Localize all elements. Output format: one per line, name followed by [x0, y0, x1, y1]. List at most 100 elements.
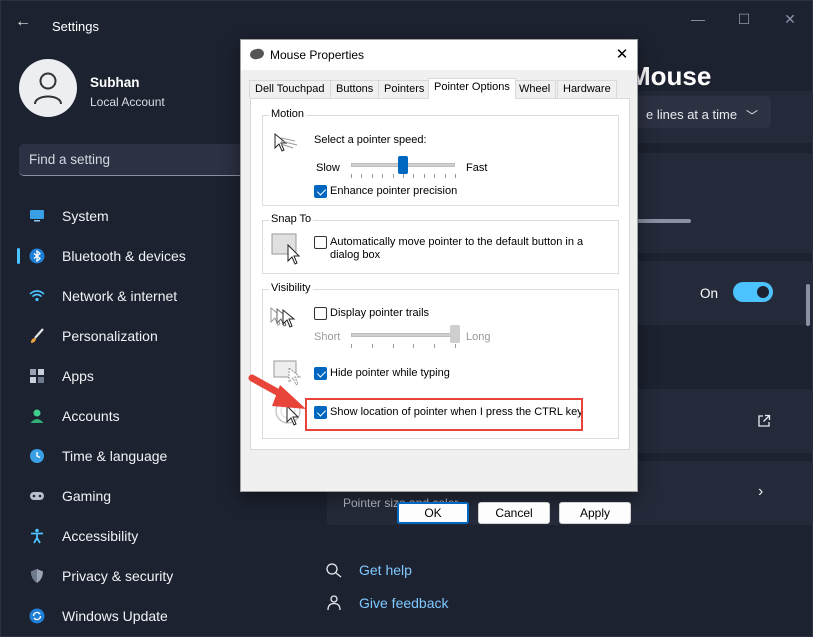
cancel-button[interactable]: Cancel	[478, 502, 550, 524]
user-name: Subhan	[90, 75, 140, 90]
dialog-title: Mouse Properties	[270, 48, 365, 62]
sidebar-item-personalization[interactable]: Personalization	[19, 316, 259, 356]
sidebar-item-accounts[interactable]: Accounts	[19, 396, 259, 436]
clock-globe-icon	[30, 449, 44, 463]
sidebar-item-apps[interactable]: Apps	[19, 356, 259, 396]
sidebar-item-label: Network & internet	[62, 288, 178, 304]
scroll-lines-select-value: e lines at a time	[646, 107, 738, 122]
pointer-trails-label: Display pointer trails	[330, 307, 430, 319]
pointer-speed-icon	[274, 132, 298, 152]
sidebar-item-windows-update[interactable]: Windows Update	[19, 596, 259, 636]
bluetooth-icon	[29, 248, 45, 264]
tab-pointers[interactable]: Pointers	[378, 80, 431, 98]
person-icon	[34, 72, 62, 105]
enhance-precision-checkbox[interactable]	[314, 185, 327, 198]
avatar	[19, 59, 77, 117]
get-help-link[interactable]: Get help	[359, 562, 412, 578]
motion-group-label: Motion	[269, 108, 307, 120]
motion-group: Motion Select a pointer speed: Slow Fast…	[262, 108, 619, 206]
feedback-icon	[327, 595, 341, 611]
monitor-icon	[30, 210, 44, 222]
sidebar-item-label: Accounts	[62, 408, 120, 424]
sidebar-item-network[interactable]: Network & internet	[19, 276, 259, 316]
person-icon	[30, 409, 44, 423]
sidebar-item-label: Privacy & security	[62, 568, 174, 584]
accessibility-icon	[31, 528, 43, 544]
apps-icon	[30, 369, 44, 383]
pointer-trails-checkbox[interactable]	[314, 307, 327, 320]
pointer-trails-slider-thumb[interactable]	[450, 325, 460, 343]
sidebar-item-system[interactable]: System	[19, 196, 259, 236]
tab-wheel[interactable]: Wheel	[513, 80, 557, 98]
gamepad-icon	[30, 492, 44, 500]
wifi-icon	[29, 290, 45, 302]
snap-to-group: Snap To Automatically move pointer to th…	[262, 213, 619, 274]
enhance-precision-label: Enhance pointer precision	[330, 185, 458, 197]
give-feedback-link[interactable]: Give feedback	[359, 595, 449, 611]
hide-pointer-label: Hide pointer while typing	[330, 367, 450, 379]
snap-to-label-line2: dialog box	[330, 249, 381, 261]
sidebar-item-label: System	[62, 208, 109, 224]
sidebar-nav: System Bluetooth & devices Network & int…	[17, 196, 259, 636]
sidebar-item-label: Windows Update	[62, 608, 168, 624]
sidebar-item-bluetooth-devices[interactable]: Bluetooth & devices	[17, 236, 259, 276]
update-icon	[29, 608, 45, 624]
tab-hardware[interactable]: Hardware	[557, 80, 617, 98]
slow-label: Slow	[316, 162, 340, 174]
shield-icon	[31, 569, 43, 583]
close-window-icon[interactable]: ✕	[775, 9, 805, 29]
page-title: Mouse	[629, 61, 712, 91]
annotation-highlight-box	[305, 398, 583, 431]
fast-label: Fast	[466, 162, 488, 174]
back-arrow-icon[interactable]: ←	[15, 13, 35, 31]
help-icon	[326, 563, 342, 578]
close-icon[interactable]: ✕	[613, 45, 631, 63]
short-label: Short	[314, 331, 341, 343]
sidebar-item-label: Apps	[62, 368, 94, 384]
snap-to-icon	[271, 233, 301, 265]
sidebar-item-accessibility[interactable]: Accessibility	[19, 516, 259, 556]
trails-ticks	[351, 344, 456, 348]
account-type: Local Account	[90, 95, 165, 109]
sidebar-item-label: Time & language	[62, 448, 168, 464]
scroll-inactive-toggle[interactable]	[733, 282, 773, 302]
lines-slider[interactable]	[631, 219, 691, 223]
speed-ticks	[351, 174, 456, 178]
snap-to-label-line1: Automatically move pointer to the defaul…	[330, 236, 584, 248]
minimize-icon[interactable]: —	[683, 9, 713, 29]
search-placeholder: Find a setting	[29, 152, 111, 167]
ok-button[interactable]: OK	[397, 502, 469, 524]
sidebar-item-label: Bluetooth & devices	[62, 248, 186, 264]
chevron-right-icon: ›	[758, 483, 764, 500]
brush-icon	[31, 328, 44, 343]
long-label: Long	[466, 331, 491, 343]
tab-dell-touchpad[interactable]: Dell Touchpad	[249, 80, 331, 98]
sidebar-item-label: Gaming	[62, 488, 112, 504]
toggle-label: On	[700, 286, 719, 301]
scrollbar[interactable]	[806, 284, 810, 326]
snap-to-checkbox[interactable]	[314, 236, 327, 249]
maximize-icon[interactable]: ☐	[729, 9, 759, 29]
snap-to-group-label: Snap To	[269, 213, 314, 225]
chevron-down-icon: ﹀	[746, 109, 759, 123]
sidebar-item-time-language[interactable]: Time & language	[19, 436, 259, 476]
pointer-trails-icon	[270, 306, 296, 328]
pointer-speed-label: Select a pointer speed:	[314, 134, 427, 146]
external-link-icon	[758, 414, 771, 427]
dialog-titlebar: Mouse Properties ✕	[241, 40, 637, 70]
pointer-speed-slider-thumb[interactable]	[398, 156, 408, 174]
sidebar-item-privacy-security[interactable]: Privacy & security	[19, 556, 259, 596]
sidebar-item-gaming[interactable]: Gaming	[19, 476, 259, 516]
sidebar-item-label: Personalization	[62, 328, 158, 344]
tab-buttons[interactable]: Buttons	[330, 80, 380, 98]
mouse-icon	[249, 47, 265, 61]
app-title: Settings	[52, 19, 99, 34]
visibility-group-label: Visibility	[269, 282, 313, 294]
annotation-arrow-icon	[248, 374, 306, 409]
sidebar-item-label: Accessibility	[62, 528, 139, 544]
settings-titlebar: ← Settings — ☐ ✕	[1, 1, 812, 41]
pointer-trails-slider[interactable]	[351, 333, 455, 337]
apply-button[interactable]: Apply	[559, 502, 631, 524]
hide-pointer-checkbox[interactable]	[314, 367, 327, 380]
tab-pointer-options[interactable]: Pointer Options	[428, 78, 516, 99]
